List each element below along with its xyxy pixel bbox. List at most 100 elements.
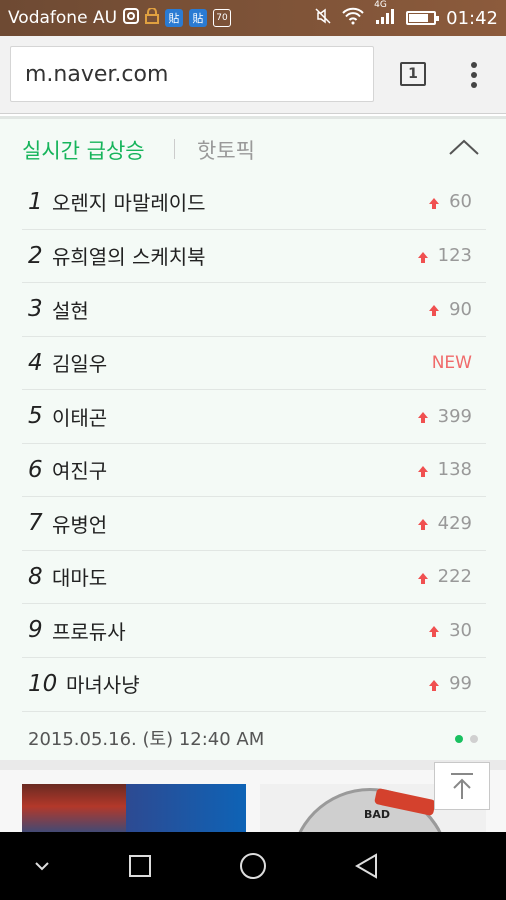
rank-number: 9: [28, 617, 43, 644]
battery-fill: [409, 14, 429, 22]
keyword-label: 여진구: [52, 459, 108, 484]
update-timestamp: 2015.05.16. (토) 12:40 AM: [28, 728, 265, 750]
rank-change: 399: [417, 390, 472, 443]
rank-number: 6: [28, 456, 43, 483]
trending-item[interactable]: 3 설현 90: [22, 282, 486, 336]
change-value: 60: [449, 191, 472, 213]
keyword-label: 설현: [52, 298, 89, 323]
new-badge: NEW: [432, 337, 472, 390]
rank-change: 90: [429, 283, 472, 336]
rank-number: 3: [28, 296, 43, 323]
rank-change: 30: [429, 604, 472, 657]
change-value: 90: [449, 298, 472, 320]
trending-item[interactable]: 5 이태곤 399: [22, 389, 486, 443]
page-dot[interactable]: [455, 735, 463, 743]
rank-change: 138: [417, 444, 472, 497]
news-thumbnail-image[interactable]: [22, 784, 246, 834]
rank-change: 123: [417, 230, 472, 283]
arrow-up-icon: [417, 465, 428, 477]
clock: 01:42: [446, 7, 498, 29]
chevron-down-icon[interactable]: [22, 832, 62, 900]
scroll-to-top-button[interactable]: [434, 762, 490, 810]
rank-number: 10: [28, 670, 58, 697]
lock-icon: [145, 7, 160, 28]
tab-realtime-trending[interactable]: 실시간 급상승: [22, 135, 145, 165]
change-value: 222: [437, 566, 472, 588]
trending-item[interactable]: 2 유희열의 스케치북 123: [22, 228, 486, 283]
address-bar[interactable]: m.naver.com: [10, 46, 374, 102]
news-thumbnails: BAD: [0, 770, 506, 834]
trending-item[interactable]: 8 대마도 222: [22, 549, 486, 604]
change-value: 123: [437, 245, 472, 267]
change-value: 99: [449, 673, 472, 695]
rank-number: 8: [28, 563, 43, 590]
rank-number: 5: [28, 403, 43, 430]
trending-panel: 실시간 급상승 핫토픽 1 오렌지 마말레이드 60 2 유희열의 스케치북 123 3 설현…: [0, 116, 506, 760]
notification-badge-icon: 70: [213, 9, 232, 27]
arrow-up-icon: [417, 251, 428, 263]
carrier-name: Vodafone AU: [8, 8, 118, 28]
rank-change: 99: [429, 658, 472, 711]
change-value: 138: [437, 459, 472, 481]
arrow-up-icon: [451, 773, 473, 799]
notification-badge-icon: 貼: [165, 9, 184, 27]
keyword-label: 유희열의 스케치북: [52, 245, 206, 270]
arrow-up-icon: [417, 572, 428, 584]
rank-change: 60: [429, 175, 472, 229]
browser-toolbar: m.naver.com 1: [0, 36, 506, 114]
page-dot[interactable]: [470, 735, 478, 743]
home-icon[interactable]: [232, 832, 274, 900]
keyword-label: 김일우: [52, 352, 108, 377]
overflow-menu-icon[interactable]: [464, 60, 484, 90]
change-value: 399: [437, 405, 472, 427]
trending-header: 실시간 급상승 핫토픽: [0, 119, 506, 177]
keyword-label: 오렌지 마말레이드: [52, 191, 206, 216]
tab-divider: [174, 139, 175, 159]
tab-switcher-button[interactable]: 1: [400, 62, 426, 86]
arrow-up-icon: [417, 412, 428, 424]
trending-item[interactable]: 10 마녀사냥 99: [22, 656, 486, 711]
trending-item[interactable]: 7 유병언 429: [22, 496, 486, 550]
rank-number: 4: [28, 349, 43, 376]
trending-item[interactable]: 4 김일우 NEW: [22, 335, 486, 390]
change-value: 30: [449, 619, 472, 641]
back-icon[interactable]: [346, 832, 386, 900]
battery-icon: [406, 11, 440, 25]
keyword-label: 유병언: [52, 512, 108, 537]
mute-icon: [314, 7, 332, 30]
arrow-up-icon: [429, 679, 440, 691]
keyword-label: 프로듀사: [52, 619, 126, 644]
gauge-label: BAD: [364, 808, 391, 821]
arrow-up-icon: [429, 197, 440, 209]
rank-number: 1: [28, 188, 43, 215]
rank-number: 7: [28, 510, 43, 537]
rank-change: 429: [417, 497, 472, 550]
wifi-icon: [342, 7, 364, 30]
tab-hot-topic[interactable]: 핫토픽: [197, 135, 255, 165]
system-nav-bar: [0, 832, 506, 900]
notification-badge-icon: 貼: [189, 9, 208, 27]
trending-item[interactable]: 6 여진구 138: [22, 442, 486, 497]
timestamp-row: 2015.05.16. (토) 12:40 AM: [22, 711, 486, 763]
arrow-up-icon: [429, 305, 440, 317]
page-indicator: [455, 735, 478, 743]
trending-item[interactable]: 1 오렌지 마말레이드 60: [22, 175, 486, 229]
trending-item[interactable]: 9 프로듀사 30: [22, 603, 486, 657]
chevron-up-icon[interactable]: [448, 137, 480, 157]
rank-number: 2: [28, 242, 43, 269]
arrow-up-icon: [417, 519, 428, 531]
rank-change: 222: [417, 551, 472, 604]
network-type-label: 4G: [374, 0, 387, 10]
keyword-label: 이태곤: [52, 405, 108, 430]
recent-apps-icon[interactable]: [120, 832, 160, 900]
change-value: 429: [437, 512, 472, 534]
keyword-label: 마녀사냥: [66, 673, 140, 698]
status-bar: Vodafone AU 貼 貼 70 4G 01:42: [0, 0, 506, 36]
keyword-label: 대마도: [52, 566, 108, 591]
arrow-up-icon: [429, 626, 440, 638]
signal-icon: 4G: [374, 0, 396, 30]
section-divider: [0, 760, 506, 770]
instagram-icon: [123, 8, 140, 28]
change-value: NEW: [431, 352, 472, 373]
trending-list: 1 오렌지 마말레이드 60 2 유희열의 스케치북 123 3 설현 90 4 김일우 NEW 5 이태…: [22, 175, 486, 710]
